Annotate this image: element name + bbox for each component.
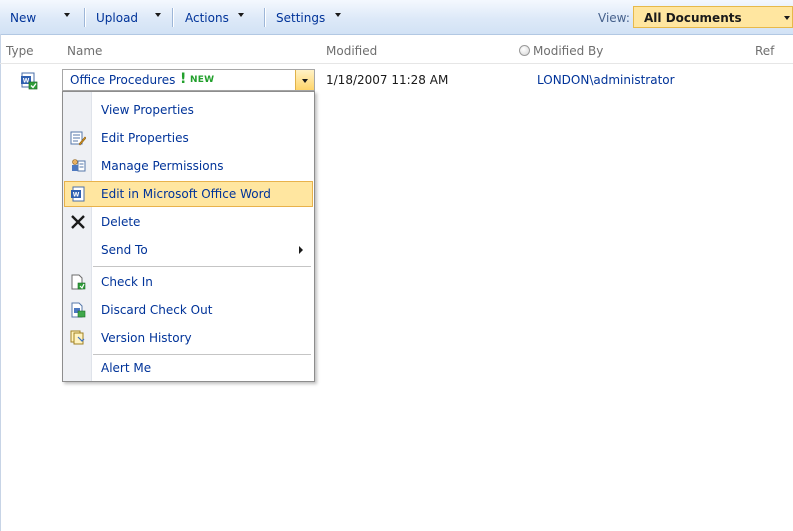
column-header-name[interactable]: Name: [67, 44, 102, 58]
toolbar-separator: [84, 8, 85, 27]
new-indicator-icon: !: [180, 71, 187, 87]
upload-dropdown-arrow-icon[interactable]: [155, 13, 161, 17]
menu-item-label: Delete: [101, 215, 141, 229]
menu-item-discard-check-out[interactable]: Discard Check Out: [64, 297, 313, 323]
menu-item-label: View Properties: [101, 103, 194, 117]
menu-item-label: Alert Me: [101, 361, 152, 375]
new-dropdown-arrow-icon[interactable]: [64, 13, 70, 17]
submenu-arrow-icon: [299, 246, 303, 254]
manage-permissions-icon: [72, 159, 86, 172]
chevron-down-icon[interactable]: [302, 79, 308, 83]
actions-menu-button[interactable]: Actions: [185, 11, 229, 25]
menu-item-edit-properties[interactable]: Edit Properties: [64, 125, 313, 151]
menu-item-check-in[interactable]: Check In: [64, 269, 313, 295]
menu-item-label: Discard Check Out: [101, 303, 213, 317]
svg-text:W: W: [73, 192, 80, 199]
check-in-icon: [71, 274, 86, 290]
menu-item-label: Edit Properties: [101, 131, 189, 145]
item-context-menu: View Properties Edit Properties Manage P…: [62, 91, 315, 382]
chevron-down-icon[interactable]: [784, 16, 790, 20]
word-document-checked-out-icon[interactable]: W: [20, 72, 38, 90]
view-select-value: All Documents: [644, 11, 742, 25]
column-header-type[interactable]: Type: [6, 44, 34, 58]
toolbar-separator: [264, 8, 265, 27]
presence-status-icon: [519, 45, 530, 56]
toolbar-separator: [172, 8, 173, 27]
new-menu-button[interactable]: New: [10, 11, 36, 25]
item-menu-dropdown-button[interactable]: [295, 70, 314, 90]
menu-item-edit-in-word[interactable]: W Edit in Microsoft Office Word: [64, 181, 313, 207]
delete-x-icon: [71, 215, 85, 229]
menu-item-version-history[interactable]: Version History: [64, 325, 313, 351]
column-header-modified[interactable]: Modified: [326, 44, 377, 58]
modified-by-user-link[interactable]: LONDON\administrator: [537, 73, 675, 87]
upload-menu-button[interactable]: Upload: [96, 11, 138, 25]
document-name-dropdown[interactable]: Office Procedures ! NEW: [62, 69, 315, 91]
menu-separator: [93, 266, 311, 267]
settings-dropdown-arrow-icon[interactable]: [335, 13, 341, 17]
webpart-border: [0, 34, 1, 531]
menu-item-send-to[interactable]: Send To: [64, 237, 313, 263]
document-name-link[interactable]: Office Procedures: [70, 73, 175, 87]
menu-item-delete[interactable]: Delete: [64, 209, 313, 235]
actions-dropdown-arrow-icon[interactable]: [238, 13, 244, 17]
menu-item-label: Send To: [101, 243, 148, 257]
menu-item-view-properties[interactable]: View Properties: [64, 97, 313, 123]
word-icon: W: [71, 186, 85, 202]
edit-properties-icon: [70, 131, 86, 146]
list-toolbar: New Upload Actions Settings View: All Do…: [0, 0, 793, 35]
svg-text:W: W: [23, 78, 30, 85]
menu-item-label: Version History: [101, 331, 192, 345]
view-select[interactable]: All Documents: [633, 6, 793, 28]
new-badge: NEW: [190, 75, 215, 85]
view-label: View:: [598, 11, 630, 25]
menu-item-label: Check In: [101, 275, 153, 289]
column-header-modified-by[interactable]: Modified By: [533, 44, 603, 58]
version-history-icon: [70, 330, 85, 345]
menu-item-alert-me[interactable]: Alert Me: [64, 355, 313, 381]
menu-item-label: Manage Permissions: [101, 159, 224, 173]
menu-item-label: Edit in Microsoft Office Word: [101, 187, 271, 201]
discard-check-out-icon: [71, 302, 86, 318]
modified-date: 1/18/2007 11:28 AM: [326, 73, 449, 87]
settings-menu-button[interactable]: Settings: [276, 11, 325, 25]
column-header-ref[interactable]: Ref: [755, 44, 774, 58]
header-divider: [0, 63, 793, 64]
menu-item-manage-permissions[interactable]: Manage Permissions: [64, 153, 313, 179]
